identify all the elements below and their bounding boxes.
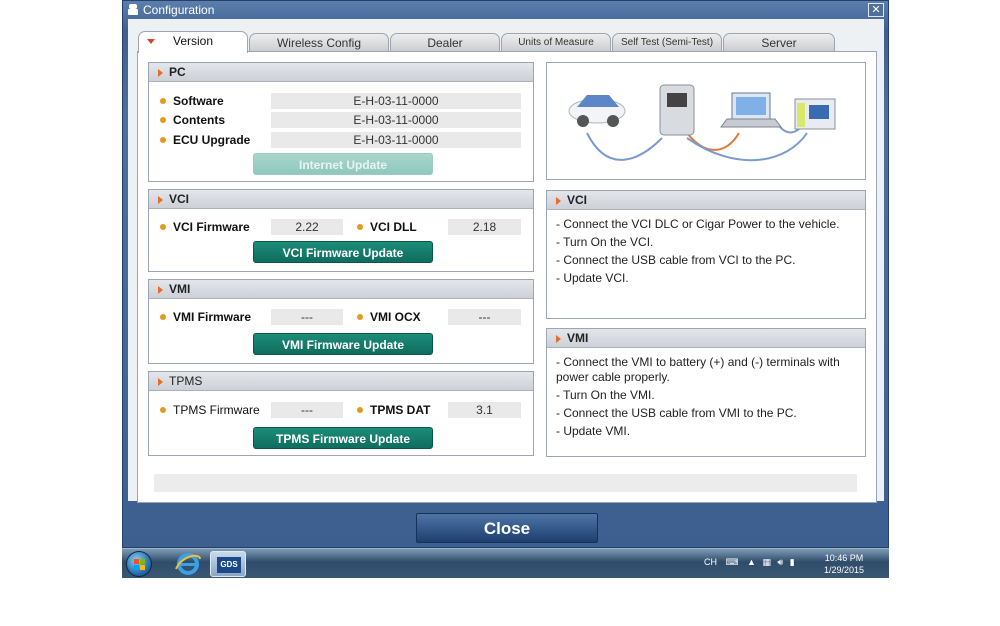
vmi-section: VMI VMI Firmware --- VMI OCX --- VMI Fir…	[148, 279, 534, 364]
section-arrow-icon	[556, 335, 561, 343]
software-value: E-H-03-11-0000	[271, 93, 521, 109]
tab-version[interactable]: Version	[138, 31, 248, 53]
progress-bar	[154, 474, 857, 492]
clock-time: 10:46 PM	[824, 553, 864, 563]
vci-dll-label: VCI DLL	[370, 220, 417, 234]
vci-section-header: VCI	[149, 190, 533, 209]
contents-label: Contents	[173, 113, 225, 127]
vmi-firmware-value: ---	[271, 309, 343, 325]
network-icon[interactable]: ▦	[762, 557, 771, 567]
section-arrow-icon	[556, 197, 561, 205]
taskbar: GDS CH ⌨ ▲ ▦ 🔊︎ ▮ 10:46 PM 1/29/2015	[122, 548, 889, 578]
section-arrow-icon	[158, 196, 163, 204]
contents-value: E-H-03-11-0000	[271, 112, 521, 128]
pc-section-header: PC	[149, 63, 533, 82]
vehicle-vci-pc-diagram-icon	[568, 84, 836, 162]
start-button[interactable]	[126, 551, 152, 577]
bullet-icon	[160, 314, 166, 320]
tab-strip: Version Wireless Config Dealer Units of …	[138, 31, 878, 53]
app-icon	[128, 4, 138, 15]
instruction-line: - Connect the USB cable from VMI to the …	[556, 406, 797, 420]
bullet-icon	[160, 117, 166, 123]
instruction-line: - Connect the VCI DLC or Cigar Power to …	[556, 217, 840, 231]
tpms-firmware-update-button[interactable]: TPMS Firmware Update	[253, 427, 433, 449]
bullet-icon	[160, 407, 166, 413]
version-panel: PC Software E-H-03-11-0000 Contents E-H-…	[137, 51, 877, 503]
tpms-dat-value: 3.1	[448, 402, 521, 418]
clock-date: 1/29/2015	[823, 565, 865, 575]
gds-label: GDS	[217, 557, 241, 573]
internet-explorer-icon[interactable]	[170, 551, 206, 577]
title-bar: Configuration	[123, 1, 888, 19]
tpms-firmware-label: TPMS Firmware	[173, 403, 260, 417]
vci-firmware-update-button[interactable]: VCI Firmware Update	[253, 241, 433, 263]
ecu-upgrade-value: E-H-03-11-0000	[271, 132, 521, 148]
vci-instructions: VCI - Connect the VCI DLC or Cigar Power…	[546, 190, 866, 319]
tab-self-test[interactable]: Self Test (Semi-Test)	[612, 33, 722, 52]
keyboard-icon[interactable]: ⌨	[726, 557, 739, 567]
connection-illustration	[546, 62, 866, 180]
language-indicator[interactable]: CH	[704, 557, 717, 567]
bullet-icon	[160, 224, 166, 230]
battery-icon[interactable]: ▮	[790, 557, 795, 567]
instruction-line: - Turn On the VMI.	[556, 388, 655, 402]
section-arrow-icon	[158, 378, 163, 386]
vci-instructions-header: VCI	[547, 191, 865, 210]
windows-logo-icon	[134, 559, 145, 570]
bullet-icon	[160, 98, 166, 104]
vci-instructions-list: - Connect the VCI DLC or Cigar Power to …	[556, 217, 856, 289]
vci-firmware-label: VCI Firmware	[173, 220, 250, 234]
pc-section: PC Software E-H-03-11-0000 Contents E-H-…	[148, 62, 534, 182]
system-tray: CH ⌨ ▲ ▦ 🔊︎ ▮	[704, 557, 795, 568]
vmi-instructions: VMI - Connect the VMI to battery (+) and…	[546, 328, 866, 457]
tab-server[interactable]: Server	[723, 33, 835, 52]
vmi-firmware-update-button[interactable]: VMI Firmware Update	[253, 333, 433, 355]
tab-units-of-measure[interactable]: Units of Measure	[501, 33, 611, 52]
vci-section: VCI VCI Firmware 2.22 VCI DLL 2.18 VCI F…	[148, 189, 534, 272]
configuration-window: Configuration ✕ Version Wireless Config …	[122, 0, 889, 548]
tpms-section-header: TPMS	[149, 372, 533, 391]
vci-dll-value: 2.18	[448, 219, 521, 235]
show-hidden-icons-icon[interactable]: ▲	[747, 557, 756, 567]
system-clock[interactable]: 10:46 PM 1/29/2015	[822, 552, 866, 576]
instruction-line: - Connect the USB cable from VCI to the …	[556, 253, 796, 267]
instruction-line: - Connect the VMI to battery (+) and (-)…	[556, 355, 840, 384]
vmi-ocx-value: ---	[448, 309, 521, 325]
bullet-icon	[357, 314, 363, 320]
software-label: Software	[173, 94, 224, 108]
active-tab-indicator-icon	[147, 39, 155, 44]
bullet-icon	[357, 224, 363, 230]
vmi-instructions-header: VMI	[547, 329, 865, 348]
instruction-line: - Update VMI.	[556, 424, 631, 438]
bullet-icon	[357, 407, 363, 413]
tpms-firmware-value: ---	[271, 402, 343, 418]
ecu-upgrade-label: ECU Upgrade	[173, 133, 251, 147]
vmi-firmware-label: VMI Firmware	[173, 310, 252, 324]
gds-taskbar-button[interactable]: GDS	[210, 551, 246, 577]
client-area: Version Wireless Config Dealer Units of …	[128, 19, 884, 503]
vci-firmware-value: 2.22	[271, 219, 343, 235]
vmi-ocx-label: VMI OCX	[370, 310, 421, 324]
bullet-icon	[160, 137, 166, 143]
volume-icon[interactable]: 🔊︎	[778, 557, 784, 567]
vmi-section-header: VMI	[149, 280, 533, 299]
tpms-dat-label: TPMS DAT	[370, 403, 431, 417]
tab-dealer[interactable]: Dealer	[390, 33, 500, 52]
tab-wireless-config[interactable]: Wireless Config	[249, 33, 389, 52]
section-arrow-icon	[158, 69, 163, 77]
close-button[interactable]: Close	[416, 513, 598, 543]
window-close-button[interactable]: ✕	[868, 3, 884, 17]
window-title: Configuration	[143, 3, 215, 17]
instruction-line: - Update VCI.	[556, 271, 629, 285]
instruction-line: - Turn On the VCI.	[556, 235, 654, 249]
tpms-section: TPMS TPMS Firmware --- TPMS DAT 3.1 TPMS…	[148, 371, 534, 456]
internet-update-button[interactable]: Internet Update	[253, 153, 433, 175]
section-arrow-icon	[158, 286, 163, 294]
vmi-instructions-list: - Connect the VMI to battery (+) and (-)…	[556, 355, 856, 442]
